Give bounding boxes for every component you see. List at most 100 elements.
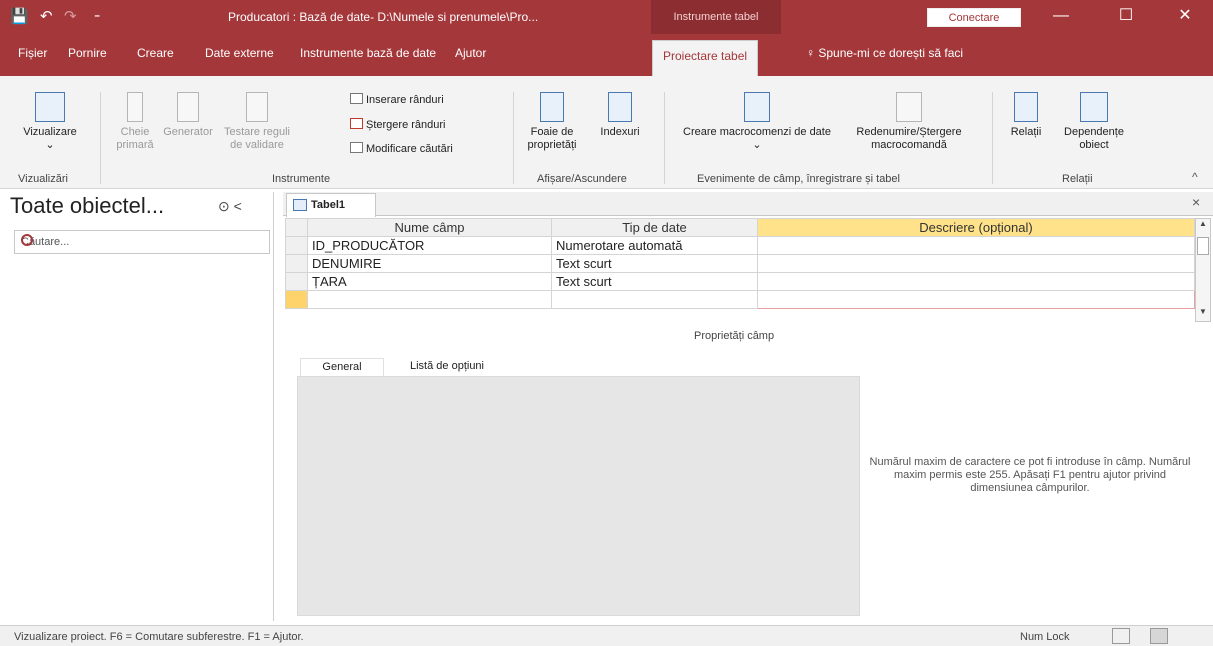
document-tab-label: Tabel1 [311, 199, 346, 211]
description-cell[interactable] [757, 272, 1195, 291]
redo-icon[interactable]: ↷ [64, 7, 77, 25]
delete-rows-label: Ștergere rânduri [366, 119, 446, 131]
primary-key-button[interactable]: Cheie primară [112, 92, 158, 152]
nav-pane-title[interactable]: Toate obiectel... [10, 193, 164, 219]
description-cell-active[interactable] [757, 290, 1195, 309]
context-tab-title: Instrumente tabel [651, 0, 781, 34]
row-selector[interactable] [285, 254, 308, 273]
relationships-button[interactable]: Relații [1002, 92, 1050, 139]
field-name-cell[interactable]: ID_PRODUCĂTOR [307, 236, 552, 255]
tab-database-tools[interactable]: Instrumente bază de date [300, 46, 436, 60]
description-cell[interactable] [757, 254, 1195, 273]
property-sheet-label: Foaie de proprietăți [527, 126, 577, 151]
divider [100, 92, 101, 184]
insert-rows-label: Inserare rânduri [366, 94, 444, 106]
table-row[interactable]: DENUMIRE Text scurt [285, 254, 1195, 273]
modify-lookups-label: Modificare căutări [366, 143, 453, 155]
header-description[interactable]: Descriere (opțional) [757, 218, 1195, 237]
nav-pane-menu-and-collapse-icon[interactable]: ⊙ < [218, 198, 242, 215]
tab-general[interactable]: General [300, 358, 384, 378]
indexes-label: Indexuri [600, 126, 640, 138]
collapse-ribbon-icon[interactable]: ^ [1192, 170, 1198, 184]
lightning-indexes-icon [608, 92, 632, 122]
tab-create[interactable]: Creare [137, 46, 174, 60]
grid-corner [285, 218, 308, 237]
field-properties-panel [297, 376, 860, 616]
key-icon [127, 92, 143, 122]
object-dependencies-button[interactable]: Dependențe obiect [1054, 92, 1134, 152]
status-bar: Vizualizare proiect. F6 = Comutare subfe… [0, 625, 1213, 646]
dependencies-icon [1080, 92, 1108, 122]
property-sheet-button[interactable]: Foaie de proprietăți [522, 92, 582, 152]
field-name-cell[interactable]: DENUMIRE [307, 254, 552, 273]
table-row[interactable]: ȚARA Text scurt [285, 272, 1195, 291]
window-title: Producatori : Bază de date- D:\Numele si… [228, 10, 539, 24]
undo-icon[interactable]: ↶ [40, 7, 53, 25]
header-field-name[interactable]: Nume câmp [307, 218, 552, 237]
field-help-text: Numărul maxim de caractere ce pot fi int… [869, 456, 1191, 494]
minimize-button[interactable]: — [1039, 0, 1083, 34]
row-selector[interactable] [285, 272, 308, 291]
tab-external-data[interactable]: Date externe [205, 46, 274, 60]
grid-scrollbar[interactable]: ▲ ▼ [1195, 218, 1211, 322]
builder-button[interactable]: Generator [160, 92, 216, 139]
scroll-thumb[interactable] [1197, 237, 1209, 255]
tab-home[interactable]: Pornire [68, 46, 107, 60]
save-icon[interactable]: 💾 [10, 7, 29, 25]
ribbon-tabs: Fișier Pornire Creare Date externe Instr… [0, 34, 1213, 76]
property-sheet-icon [540, 92, 564, 122]
data-type-cell[interactable]: Text scurt [551, 272, 758, 291]
divider [664, 92, 665, 184]
field-name-cell[interactable] [307, 290, 552, 309]
description-cell[interactable] [757, 236, 1195, 255]
divider [513, 92, 514, 184]
create-macro-icon [744, 92, 770, 122]
rename-delete-macro-button[interactable]: Redenumire/Ștergere macrocomandă [836, 92, 982, 152]
document-tab-tabel1[interactable]: Tabel1 [286, 193, 376, 217]
nav-search-input[interactable]: Căutare... [14, 230, 270, 254]
datasheet-view-switch-icon[interactable] [1112, 628, 1130, 644]
tab-table-design[interactable]: Proiectare tabel [652, 40, 759, 76]
relationships-icon [1014, 92, 1038, 122]
tab-file[interactable]: Fișier [18, 46, 47, 60]
tab-lookup[interactable]: Listă de opțiuni [410, 360, 484, 372]
data-type-cell[interactable]: Numerotare automată [551, 236, 758, 255]
modify-lookups-button[interactable]: Modificare căutări [350, 142, 453, 155]
scroll-down-icon[interactable]: ▼ [1196, 307, 1210, 321]
datasheet-view-icon [35, 92, 65, 122]
chevron-down-icon: ⌄ [752, 139, 762, 151]
view-button[interactable]: Vizualizare ⌄ [10, 92, 90, 152]
checklist-icon [246, 92, 268, 122]
data-type-cell[interactable]: Text scurt [551, 254, 758, 273]
create-data-macros-label: Creare macrocomenzi de date [683, 126, 831, 138]
divider [992, 92, 993, 184]
wand-icon [177, 92, 199, 122]
tell-me-label: Spune-mi ce dorești să faci [818, 46, 964, 60]
close-window-button[interactable]: ✕ [1163, 0, 1207, 34]
tab-help[interactable]: Ajutor [455, 46, 486, 60]
header-data-type[interactable]: Tip de date [551, 218, 758, 237]
design-view-switch-icon[interactable] [1150, 628, 1168, 644]
title-bar: 💾 ↶ ↷ ₌ Producatori : Bază de date- D:\N… [0, 0, 1213, 34]
builder-label: Generator [163, 126, 213, 138]
insert-rows-button[interactable]: Inserare rânduri [350, 93, 444, 106]
field-name-cell[interactable]: ȚARA [307, 272, 552, 291]
data-type-cell[interactable] [551, 290, 758, 309]
indexes-button[interactable]: Indexuri [590, 92, 650, 139]
current-row-selector[interactable] [285, 290, 308, 309]
group-label-relationships: Relații [1062, 173, 1093, 185]
row-selector[interactable] [285, 236, 308, 255]
customize-quick-access-icon[interactable]: ₌ [94, 7, 100, 21]
test-validation-label: Testare reguli de validare [223, 126, 291, 151]
scroll-up-icon[interactable]: ▲ [1196, 219, 1210, 233]
tell-me-search[interactable]: ♀ Spune-mi ce dorești să faci [806, 46, 963, 60]
delete-rows-button[interactable]: Ștergere rânduri [350, 118, 446, 131]
connect-button[interactable]: Conectare [927, 8, 1021, 27]
relationships-label: Relații [1010, 126, 1042, 138]
close-document-icon[interactable]: × [1192, 194, 1200, 210]
test-validation-rules-button[interactable]: Testare reguli de validare [218, 92, 296, 152]
table-row[interactable]: ID_PRODUCĂTOR Numerotare automată [285, 236, 1195, 255]
maximize-button[interactable]: ☐ [1104, 0, 1148, 34]
table-row[interactable] [285, 290, 1195, 309]
create-data-macros-button[interactable]: Creare macrocomenzi de date ⌄ [682, 92, 832, 152]
